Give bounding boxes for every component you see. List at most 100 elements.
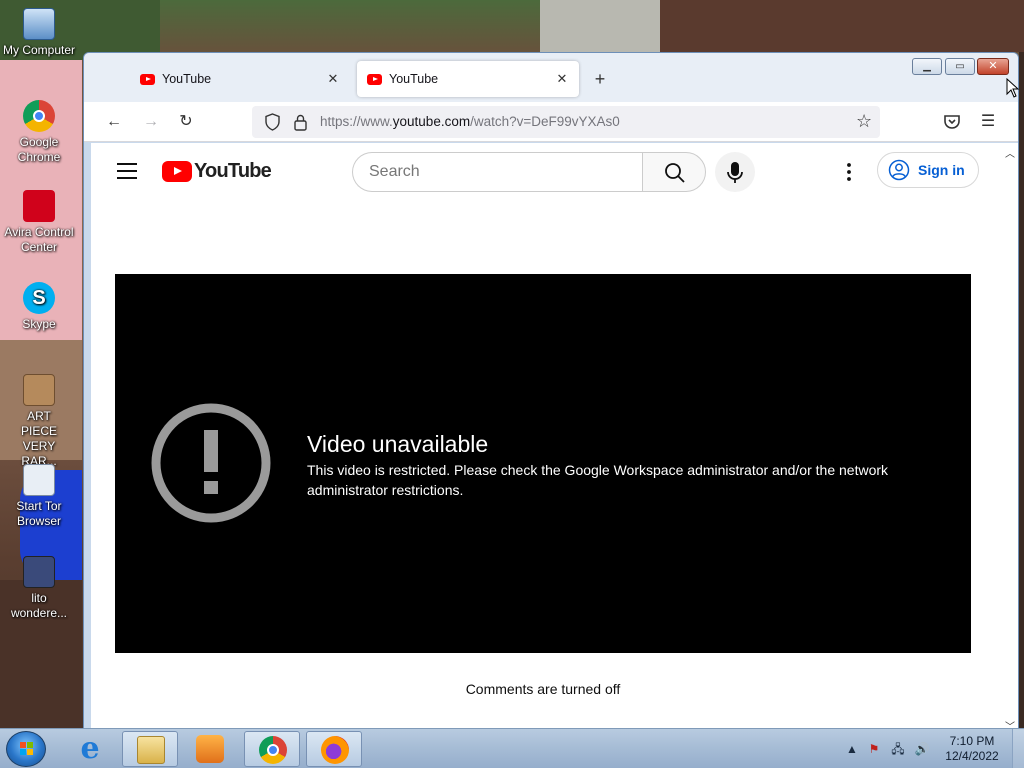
account-circle-icon bbox=[888, 159, 910, 181]
tab-strip: YouTube ✕ YouTube ✕ + ▁ ▭ ✕ bbox=[84, 53, 1018, 102]
taskbar: e ▲ ⚑ 🖧 🔊 7:10 PM 12/4/2022 bbox=[0, 728, 1024, 768]
more-vertical-icon bbox=[847, 163, 851, 181]
bookmark-star-icon[interactable]: ☆ bbox=[856, 111, 872, 132]
search-icon bbox=[665, 163, 685, 183]
wallpaper-block bbox=[540, 0, 660, 52]
url-path: /watch?v=DeF99vYXAs0 bbox=[470, 114, 620, 129]
app-menu-icon[interactable]: ☰ bbox=[978, 110, 998, 134]
taskbar-app-internet-explorer[interactable]: e bbox=[62, 731, 118, 767]
media-player-icon bbox=[196, 735, 224, 763]
url-text[interactable]: https://www.youtube.com/watch?v=DeF99vYX… bbox=[320, 114, 620, 129]
avira-icon bbox=[23, 190, 55, 222]
desktop-icon-skype[interactable]: S Skype bbox=[0, 282, 78, 332]
volume-icon[interactable]: 🔊 bbox=[914, 741, 930, 757]
lock-icon[interactable] bbox=[292, 113, 309, 131]
desktop-icon-label: Start Tor Browser bbox=[16, 499, 62, 528]
system-tray: ▲ ⚑ 🖧 🔊 7:10 PM 12/4/2022 bbox=[842, 729, 1024, 768]
youtube-favicon-icon bbox=[140, 73, 155, 85]
youtube-logo-text: YouTube bbox=[194, 160, 272, 182]
chrome-icon-center bbox=[33, 110, 45, 122]
wallpaper-block bbox=[1019, 52, 1024, 728]
youtube-play-logo-icon bbox=[162, 161, 192, 182]
chrome-icon bbox=[23, 100, 55, 132]
search-input[interactable] bbox=[352, 152, 643, 192]
ie-icon: e bbox=[80, 731, 100, 766]
reload-icon[interactable]: ↻ bbox=[174, 110, 198, 134]
guide-menu-icon[interactable] bbox=[117, 163, 137, 179]
minimize-button[interactable]: ▁ bbox=[912, 58, 942, 75]
start-button[interactable] bbox=[6, 731, 46, 767]
taskbar-app-firefox[interactable] bbox=[306, 731, 362, 767]
tab-close-icon[interactable]: ✕ bbox=[324, 70, 342, 88]
desktop-icon-lito[interactable]: lito wondere... bbox=[0, 556, 78, 621]
tab-title: YouTube bbox=[389, 72, 439, 86]
sign-in-button[interactable]: Sign in bbox=[877, 152, 979, 188]
wallpaper-block bbox=[660, 0, 1024, 52]
clock[interactable]: 7:10 PM 12/4/2022 bbox=[936, 734, 1008, 764]
network-icon[interactable]: 🖧 bbox=[890, 741, 906, 757]
mouse-cursor-icon bbox=[1006, 78, 1020, 98]
youtube-favicon-icon bbox=[367, 73, 382, 85]
tab-youtube-1[interactable]: YouTube ✕ bbox=[132, 61, 350, 97]
taskbar-app-chrome[interactable] bbox=[244, 731, 300, 767]
url-host: youtube.com bbox=[392, 114, 471, 129]
search-box bbox=[352, 152, 706, 192]
microphone-icon bbox=[727, 162, 743, 183]
desktop-icon-label: Google Chrome bbox=[17, 135, 61, 164]
page-scrollbar[interactable]: ︿ ﹀ bbox=[1003, 143, 1018, 728]
pocket-icon[interactable] bbox=[942, 110, 962, 134]
browser-window: YouTube ✕ YouTube ✕ + ▁ ▭ ✕ ← → ↻ https:… bbox=[83, 52, 1019, 728]
tab-title: YouTube bbox=[162, 72, 212, 86]
video-player[interactable]: Video unavailable This video is restrict… bbox=[115, 274, 971, 653]
search-button[interactable] bbox=[642, 152, 706, 192]
show-hidden-icons-chevron-icon[interactable]: ▲ bbox=[844, 741, 860, 757]
desktop-icon-my-computer[interactable]: My Computer bbox=[0, 8, 78, 58]
desktop-icon-google-chrome[interactable]: Google Chrome bbox=[0, 100, 78, 165]
desktop-icon-label: lito wondere... bbox=[10, 591, 68, 620]
exclamation-circle-icon bbox=[151, 403, 271, 523]
taskbar-app-media-player[interactable] bbox=[182, 731, 238, 767]
desktop-icon-label: My Computer bbox=[2, 43, 76, 57]
desktop-icon-label: ART PIECE VERY RAR... bbox=[20, 409, 57, 468]
tracking-protection-shield-icon[interactable] bbox=[264, 113, 281, 131]
url-prefix: https://www. bbox=[320, 114, 393, 129]
error-title: Video unavailable bbox=[307, 431, 489, 457]
navigation-toolbar: ← → ↻ https://www.youtube.com/watch?v=De… bbox=[84, 102, 1018, 142]
action-center-flag-icon[interactable]: ⚑ bbox=[866, 741, 882, 757]
clock-time: 7:10 PM bbox=[949, 734, 995, 748]
desktop-icon-avira[interactable]: Avira Control Center bbox=[0, 190, 78, 255]
new-tab-button[interactable]: + bbox=[590, 69, 610, 89]
desktop-icon-art-piece[interactable]: ART PIECE VERY RAR... bbox=[0, 374, 78, 469]
tab-youtube-2-active[interactable]: YouTube ✕ bbox=[357, 61, 579, 97]
comments-status: Comments are turned off bbox=[465, 681, 621, 697]
voice-search-button[interactable] bbox=[715, 152, 755, 192]
desktop-icon-tor-browser[interactable]: Start Tor Browser bbox=[0, 464, 78, 529]
chrome-icon bbox=[259, 736, 287, 764]
desktop-icon-label: Avira Control Center bbox=[4, 225, 74, 254]
settings-more-button[interactable] bbox=[834, 157, 864, 187]
back-arrow-icon[interactable]: ← bbox=[102, 110, 126, 134]
tor-browser-icon bbox=[23, 464, 55, 496]
taskbar-app-explorer[interactable] bbox=[122, 731, 178, 767]
address-bar[interactable]: https://www.youtube.com/watch?v=DeF99vYX… bbox=[252, 106, 880, 138]
tab-close-icon[interactable]: ✕ bbox=[553, 70, 571, 88]
image-file-icon bbox=[23, 374, 55, 406]
desktop-icon-label: Skype bbox=[22, 317, 56, 331]
image-file-icon bbox=[23, 556, 55, 588]
youtube-page: YouTube Search Sign in Video unavailable… bbox=[91, 143, 1003, 728]
firefox-icon bbox=[321, 736, 349, 764]
youtube-logo[interactable]: YouTube bbox=[162, 160, 272, 183]
scroll-down-icon[interactable]: ﹀ bbox=[1005, 718, 1015, 728]
chrome-icon-center bbox=[267, 744, 279, 756]
scroll-up-icon[interactable]: ︿ bbox=[1005, 145, 1015, 160]
windows-logo-icon bbox=[20, 742, 33, 755]
forward-arrow-icon[interactable]: → bbox=[139, 110, 163, 134]
skype-icon: S bbox=[23, 282, 55, 314]
show-desktop-button[interactable] bbox=[1012, 729, 1024, 768]
maximize-button[interactable]: ▭ bbox=[945, 58, 975, 75]
clock-date: 12/4/2022 bbox=[945, 749, 999, 763]
close-window-button[interactable]: ✕ bbox=[977, 58, 1009, 75]
error-message: This video is restricted. Please check t… bbox=[307, 462, 889, 498]
computer-icon bbox=[23, 8, 55, 40]
sign-in-label: Sign in bbox=[918, 162, 965, 178]
